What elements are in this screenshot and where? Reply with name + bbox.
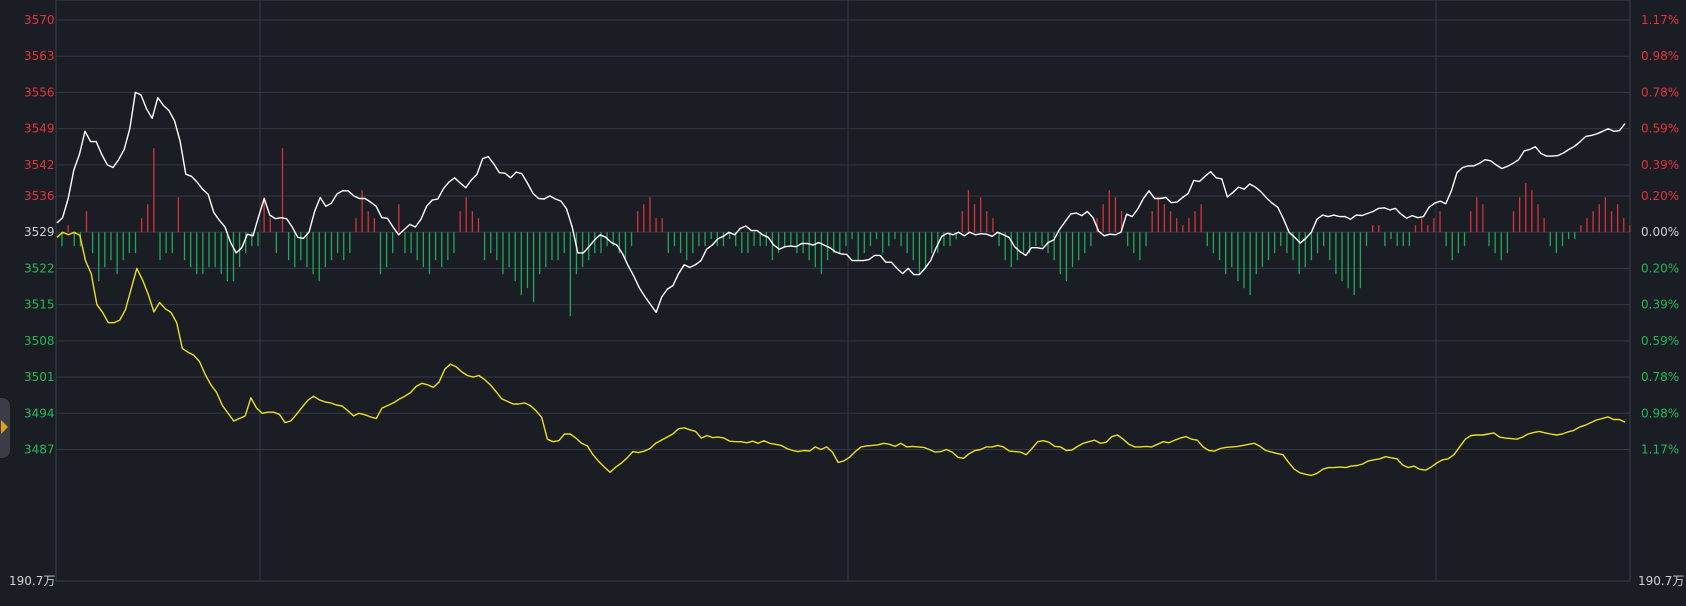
chart-panel: 3570 1.17% 3563 0.98% 3556 0.78% 3549 0.59% 3542… <box>0 0 1686 606</box>
price-lines <box>56 91 1626 477</box>
plot-frame <box>55 0 1631 582</box>
left-tick-label: 3556 <box>24 85 55 99</box>
left-tick-label: 3522 <box>24 261 55 275</box>
right-tick-label: 0.98% <box>1641 406 1679 420</box>
right-tick-label: 0.00% <box>1641 225 1679 239</box>
left-tick-label: 3563 <box>24 49 55 63</box>
right-tick-label: 0.78% <box>1641 85 1679 99</box>
left-tick-label: 3536 <box>24 189 55 203</box>
left-volume-label: 190.7万 <box>9 574 55 588</box>
intraday-chart: 3570 1.17% 3563 0.98% 3556 0.78% 3549 0.59% 3542… <box>9 0 1684 588</box>
left-tick-label: 3542 <box>24 158 55 172</box>
grid <box>55 0 1631 582</box>
left-tick-label: 3529 <box>24 225 55 239</box>
right-tick-label: 1.17% <box>1641 13 1679 27</box>
left-tick-label: 3508 <box>24 334 55 348</box>
right-tick-label: 0.39% <box>1641 158 1679 172</box>
left-tick-label: 3570 <box>24 13 55 27</box>
left-tick-label: 3515 <box>24 298 55 312</box>
right-tick-label: 0.39% <box>1641 298 1679 312</box>
right-volume-label: 190.7万 <box>1638 574 1684 588</box>
right-tick-label: 0.59% <box>1641 334 1679 348</box>
expand-arrow-icon <box>1 420 8 434</box>
right-tick-label: 0.98% <box>1641 49 1679 63</box>
panel-toggle-handle[interactable] <box>0 398 10 458</box>
right-tick-label: 0.59% <box>1641 122 1679 136</box>
right-tick-label: 0.20% <box>1641 189 1679 203</box>
right-tick-label: 1.17% <box>1641 443 1679 457</box>
left-tick-label: 3549 <box>24 122 55 136</box>
left-tick-label: 3487 <box>24 443 55 457</box>
price-line <box>56 91 1626 314</box>
left-tick-label: 3501 <box>24 370 55 384</box>
right-tick-label: 0.20% <box>1641 261 1679 275</box>
right-tick-label: 0.78% <box>1641 370 1679 384</box>
left-tick-label: 3494 <box>24 406 55 420</box>
